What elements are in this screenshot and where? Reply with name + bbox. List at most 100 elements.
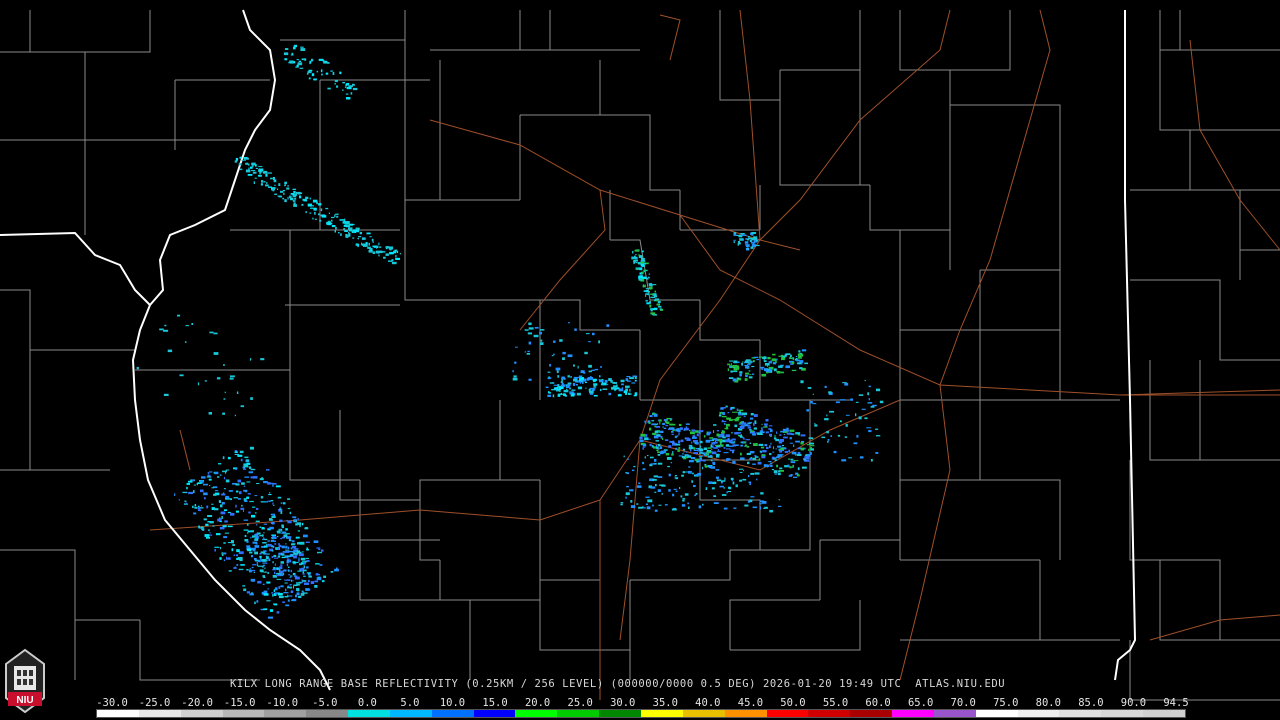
- echo-pixel: [198, 505, 200, 507]
- echo-pixel: [705, 439, 711, 443]
- echo-pixel: [276, 578, 282, 580]
- echo-pixel: [533, 334, 539, 338]
- echo-pixel: [630, 500, 633, 503]
- echo-pixel: [287, 498, 291, 500]
- echo-pixel: [197, 382, 200, 386]
- echo-pixel: [254, 601, 256, 605]
- echo-pixel: [534, 327, 539, 329]
- echo-pixel: [302, 560, 307, 562]
- echo-pixel: [185, 502, 187, 505]
- echo-pixel: [253, 181, 255, 184]
- echo-pixel: [272, 540, 276, 542]
- echo-pixel: [640, 260, 646, 262]
- echo-pixel: [665, 453, 670, 456]
- echo-pixel: [297, 570, 302, 572]
- echo-pixel: [693, 447, 696, 450]
- echo-pixel: [240, 405, 245, 408]
- echo-pixel: [136, 366, 139, 370]
- echo-pixel: [246, 496, 250, 499]
- echo-pixel: [375, 250, 380, 254]
- echo-pixel: [840, 399, 846, 401]
- colorbar-segment: [348, 710, 390, 717]
- echo-pixel: [732, 444, 737, 447]
- echo-pixel: [690, 457, 696, 460]
- echo-pixel: [798, 353, 804, 357]
- echo-pixel: [773, 446, 775, 450]
- echo-pixel: [313, 207, 317, 211]
- echo-pixel: [719, 485, 724, 488]
- echo-pixel: [255, 167, 259, 169]
- echo-pixel: [355, 227, 360, 231]
- echo-pixel: [733, 360, 738, 364]
- echo-pixel: [259, 535, 264, 537]
- echo-pixel: [677, 429, 681, 433]
- echo-pixel: [291, 540, 295, 543]
- echo-pixel: [853, 442, 858, 445]
- scale-tick-label: 25.0: [567, 697, 593, 709]
- echo-pixel: [676, 428, 681, 430]
- echo-pixel: [292, 200, 296, 202]
- echo-pixel: [241, 504, 243, 507]
- echo-pixel: [283, 569, 287, 572]
- echo-pixel: [785, 353, 791, 355]
- colorbar-segment: [97, 710, 139, 717]
- echo-pixel: [182, 491, 188, 494]
- echo-pixel: [642, 506, 644, 508]
- echo-pixel: [361, 237, 366, 240]
- echo-pixel: [748, 370, 751, 372]
- echo-pixel: [348, 227, 353, 230]
- echo-pixel: [759, 356, 763, 358]
- scale-tick-label: 35.0: [652, 697, 678, 709]
- echo-pixel: [310, 207, 314, 209]
- echo-pixel: [651, 445, 654, 448]
- echo-pixel: [655, 423, 658, 426]
- echo-pixel: [742, 478, 747, 481]
- echo-pixel: [250, 536, 252, 539]
- echo-pixel: [629, 377, 634, 380]
- echo-pixel: [184, 341, 187, 343]
- echo-pixel: [864, 417, 868, 420]
- echo-pixel: [325, 72, 329, 75]
- echo-pixel: [634, 249, 640, 252]
- colorbar-segment: [640, 710, 683, 717]
- echo-pixel: [650, 296, 656, 299]
- echo-pixel: [644, 422, 647, 424]
- echo-pixel: [727, 486, 731, 489]
- echo-pixel: [713, 466, 715, 469]
- echo-pixel: [264, 538, 268, 541]
- echo-pixel: [864, 380, 866, 382]
- echo-pixel: [249, 446, 254, 450]
- colorbar-segment: [1059, 710, 1102, 717]
- echo-pixel: [289, 511, 292, 515]
- echo-pixel: [294, 548, 299, 550]
- echo-pixel: [249, 467, 252, 469]
- echo-pixel: [305, 588, 310, 591]
- echo-pixel: [588, 370, 592, 373]
- echo-pixel: [388, 246, 394, 250]
- echo-pixel: [274, 543, 277, 545]
- echo-pixel: [303, 562, 306, 565]
- echo-pixel: [524, 329, 529, 331]
- echo-pixel: [193, 484, 196, 486]
- echo-pixel: [759, 503, 762, 505]
- echo-pixel: [625, 378, 629, 381]
- echo-pixel: [650, 312, 656, 315]
- echo-pixel: [399, 252, 401, 255]
- echo-pixel: [297, 595, 302, 598]
- echo-pixel: [331, 225, 336, 228]
- echo-pixel: [724, 423, 726, 425]
- echo-pixel: [303, 534, 308, 538]
- echo-pixel: [663, 427, 667, 429]
- echo-pixel: [310, 581, 315, 584]
- echo-pixel: [749, 374, 752, 376]
- echo-pixel: [244, 476, 249, 478]
- echo-pixel: [733, 232, 737, 234]
- echo-pixel: [800, 380, 804, 384]
- echo-pixel: [527, 332, 532, 335]
- echo-pixel: [658, 305, 662, 308]
- echo-pixel: [749, 458, 752, 461]
- echo-pixel: [643, 269, 647, 272]
- echo-pixel: [702, 466, 704, 470]
- echo-pixel: [752, 360, 755, 363]
- echo-pixel: [658, 443, 661, 447]
